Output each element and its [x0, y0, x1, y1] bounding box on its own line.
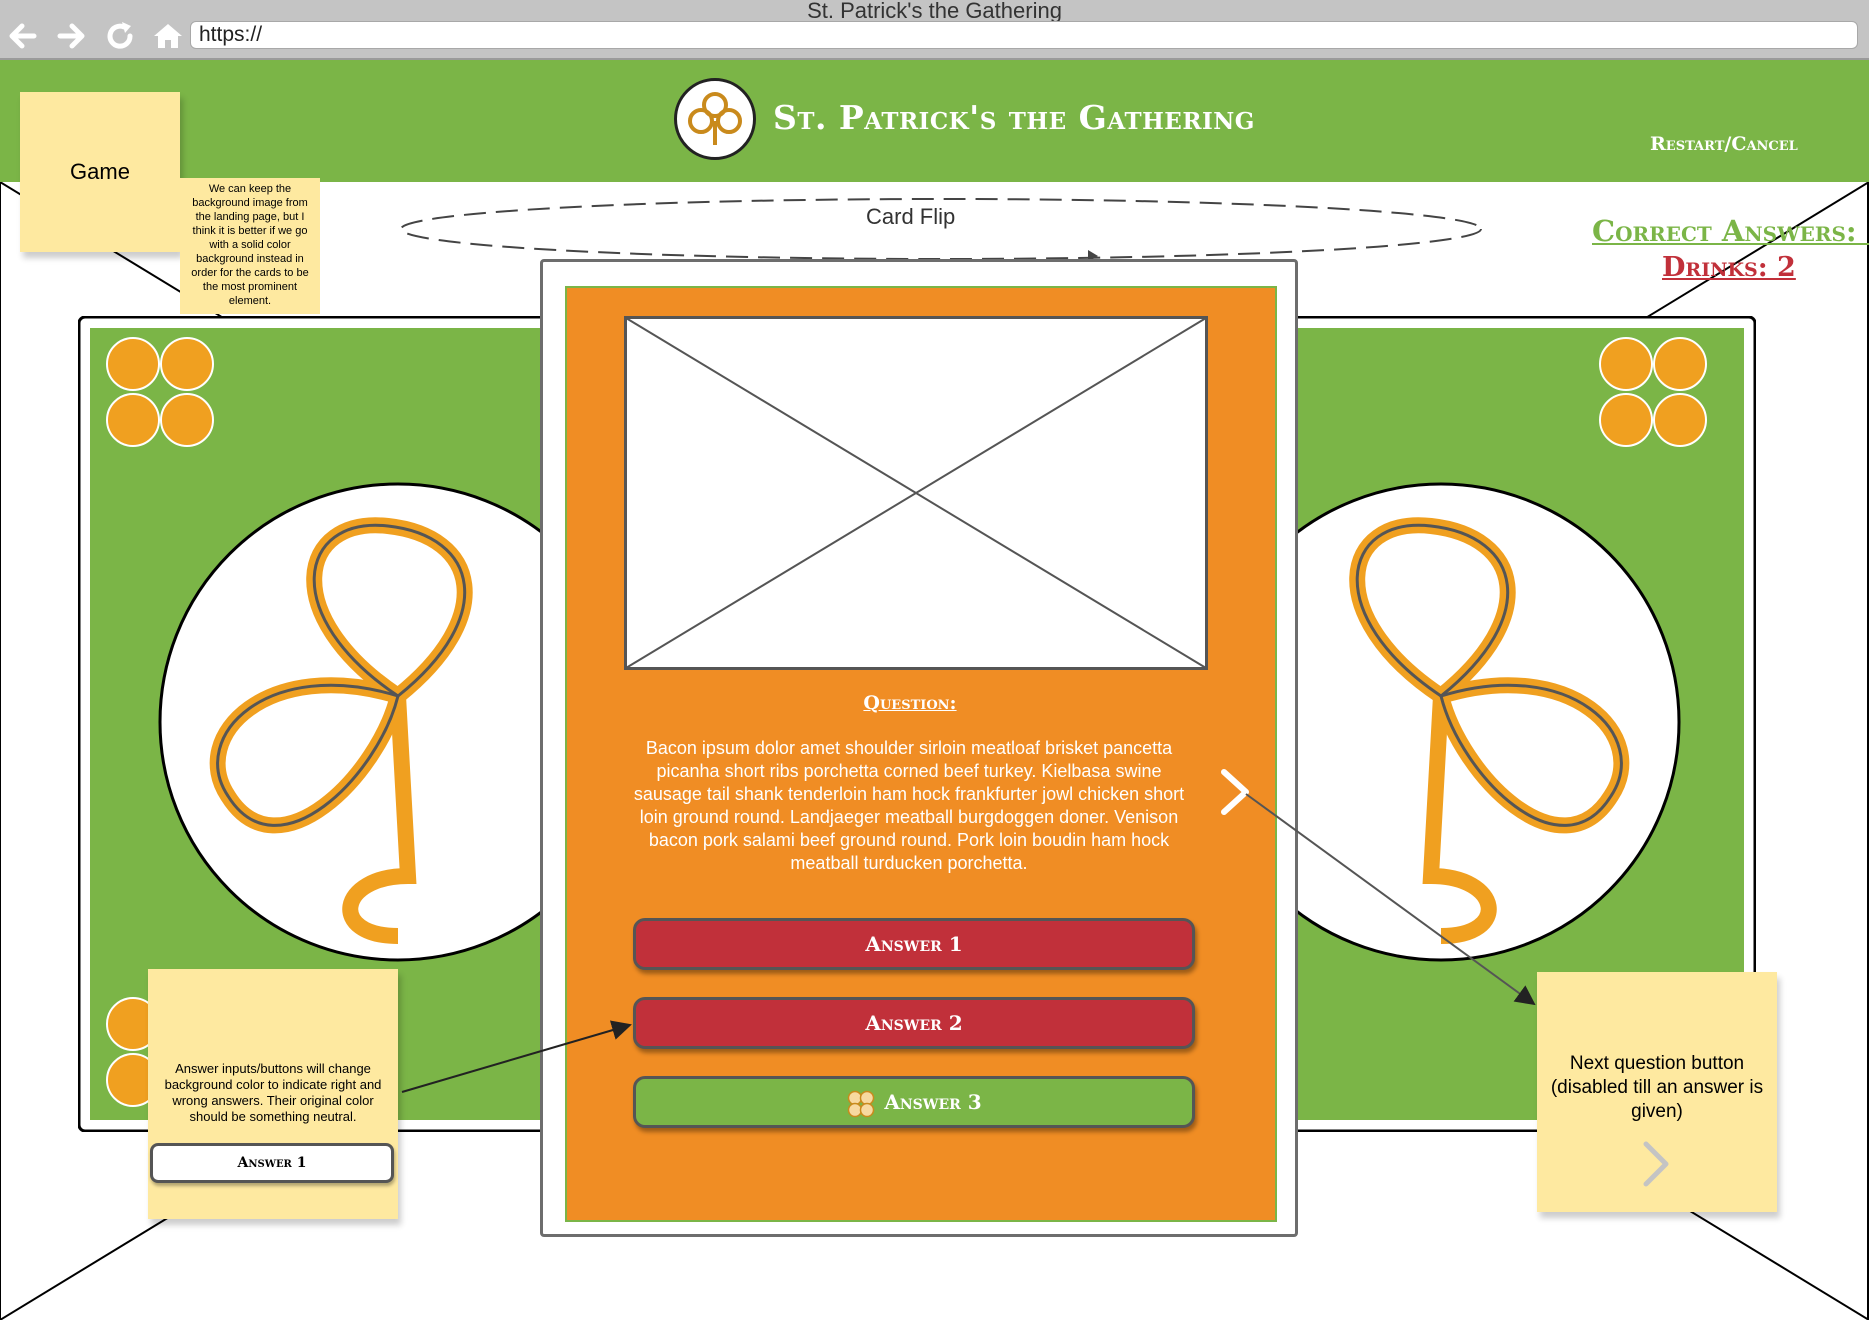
url-bar[interactable]: https:// [190, 21, 1858, 49]
sticky-note-game: Game [20, 92, 180, 252]
card-flip-label: Card Flip [866, 204, 956, 229]
home-icon[interactable] [152, 20, 184, 52]
sticky-note-game-text: Game [70, 159, 130, 184]
answer-1-button[interactable]: Answer 1 [633, 918, 1195, 970]
answer-3-label: Answer 3 [884, 1090, 982, 1114]
answer-1-label: Answer 1 [865, 932, 963, 956]
answer-2-button[interactable]: Answer 2 [633, 997, 1195, 1049]
correct-answers-count: Correct Answers: 1 [1592, 214, 1869, 248]
shamrock-logo-icon [674, 78, 756, 160]
restart-cancel-button[interactable]: Restart/Cancel [1650, 133, 1798, 155]
back-arrow-icon[interactable] [6, 20, 38, 52]
answer-2-label: Answer 2 [865, 1011, 963, 1035]
drinks-count: Drinks: 2 [1662, 252, 1796, 283]
next-question-chevron-icon[interactable] [1218, 768, 1252, 816]
disabled-next-chevron-icon [1643, 1141, 1669, 1187]
site-title: St. Patrick's the Gathering [773, 98, 1255, 137]
question-text: Bacon ipsum dolor amet shoulder sirloin … [633, 738, 1185, 873]
image-placeholder [624, 316, 1208, 670]
sample-answer-button: Answer 1 [150, 1143, 394, 1183]
forward-arrow-icon[interactable] [56, 20, 88, 52]
answer-3-button[interactable]: Answer 3 [633, 1076, 1195, 1128]
sticky-note-background: We can keep the background image from th… [180, 178, 320, 314]
question-label: Question: [863, 692, 957, 714]
clover-correct-icon [848, 1090, 875, 1117]
reload-icon[interactable] [104, 20, 136, 52]
